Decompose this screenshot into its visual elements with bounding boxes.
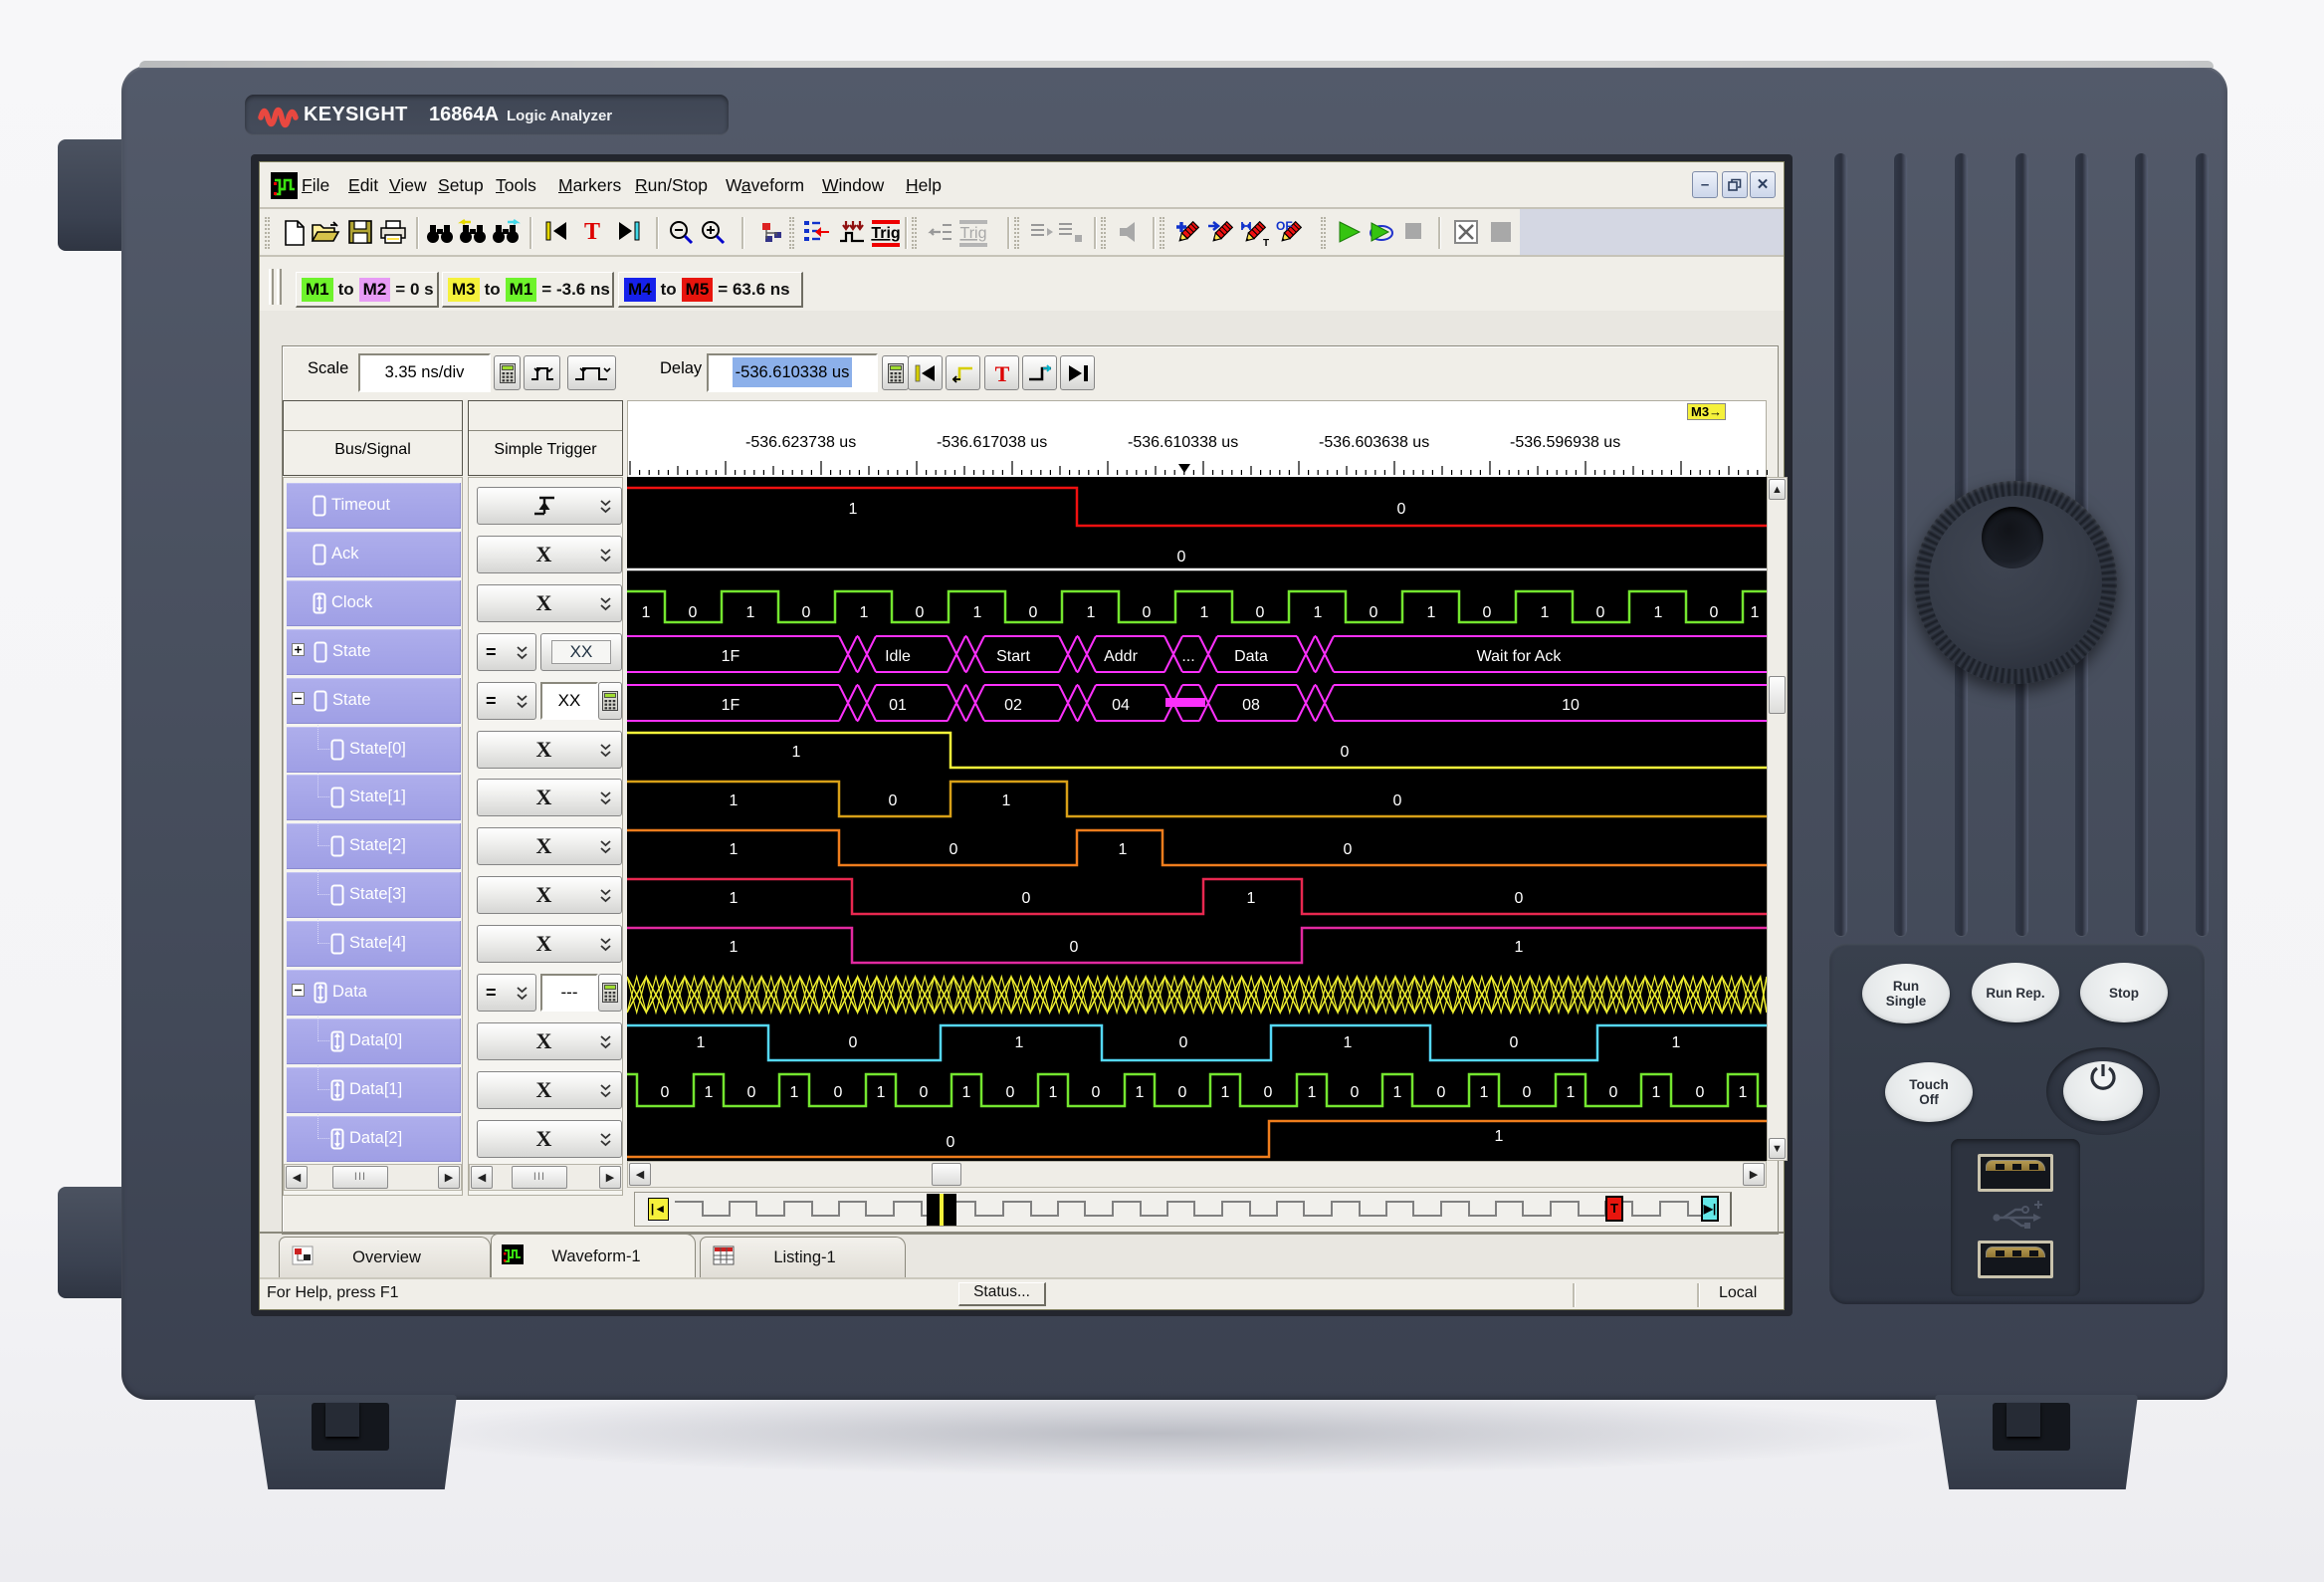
svg-text:1: 1 xyxy=(1739,1084,1748,1101)
svg-text:Start: Start xyxy=(996,648,1030,665)
svg-text:0: 0 xyxy=(1344,841,1353,858)
svg-text:0: 0 xyxy=(834,1084,843,1101)
svg-text:04: 04 xyxy=(1112,697,1130,714)
svg-text:0: 0 xyxy=(920,1084,929,1101)
svg-text:1: 1 xyxy=(1427,604,1436,621)
svg-text:1: 1 xyxy=(1314,604,1323,621)
svg-text:1: 1 xyxy=(1119,841,1128,858)
svg-text:0: 0 xyxy=(1341,744,1350,761)
svg-text:02: 02 xyxy=(1004,697,1022,714)
svg-text:1: 1 xyxy=(1344,1034,1353,1051)
svg-text:1: 1 xyxy=(973,604,982,621)
svg-text:0: 0 xyxy=(1710,604,1719,621)
svg-text:1: 1 xyxy=(1751,604,1760,621)
svg-text:1: 1 xyxy=(697,1034,706,1051)
svg-text:Addr: Addr xyxy=(1104,648,1138,665)
svg-text:08: 08 xyxy=(1242,697,1260,714)
svg-text:1: 1 xyxy=(1541,604,1550,621)
svg-text:0: 0 xyxy=(1179,1034,1188,1051)
svg-text:1: 1 xyxy=(1672,1034,1681,1051)
svg-text:1: 1 xyxy=(1393,1084,1402,1101)
svg-text:1: 1 xyxy=(730,841,739,858)
svg-text:0: 0 xyxy=(1006,1084,1015,1101)
svg-text:01: 01 xyxy=(889,697,907,714)
svg-text:1: 1 xyxy=(849,501,858,518)
svg-text:1F: 1F xyxy=(722,648,740,665)
svg-text:1: 1 xyxy=(1136,1084,1145,1101)
svg-text:1: 1 xyxy=(1495,1128,1504,1145)
svg-text:T: T xyxy=(584,219,600,243)
svg-text:0: 0 xyxy=(661,1084,670,1101)
svg-text:1: 1 xyxy=(705,1084,714,1101)
svg-text:1: 1 xyxy=(1308,1084,1317,1101)
svg-text:Data: Data xyxy=(1234,648,1268,665)
svg-text:1: 1 xyxy=(1515,939,1524,956)
svg-text:0: 0 xyxy=(1370,604,1378,621)
svg-text:1: 1 xyxy=(1652,1084,1661,1101)
svg-text:0: 0 xyxy=(1029,604,1038,621)
svg-text:1: 1 xyxy=(1087,604,1096,621)
svg-text:1: 1 xyxy=(730,939,739,956)
svg-text:0: 0 xyxy=(1070,939,1079,956)
svg-text:1: 1 xyxy=(792,744,801,761)
svg-text:T: T xyxy=(1263,238,1269,247)
svg-text:0: 0 xyxy=(1510,1034,1519,1051)
svg-text:1: 1 xyxy=(790,1084,799,1101)
svg-text:1: 1 xyxy=(1654,604,1663,621)
svg-text:0: 0 xyxy=(689,604,698,621)
svg-text:0: 0 xyxy=(849,1034,858,1051)
svg-text:1: 1 xyxy=(730,890,739,907)
svg-text:0: 0 xyxy=(1393,792,1402,809)
svg-text:0: 0 xyxy=(1178,1084,1187,1101)
svg-text:Wait for Ack: Wait for Ack xyxy=(1477,648,1563,665)
svg-text:Idle: Idle xyxy=(885,648,911,665)
svg-text:1: 1 xyxy=(746,604,755,621)
svg-text:0: 0 xyxy=(916,604,925,621)
svg-text:Trig: Trig xyxy=(960,225,987,242)
svg-text:0: 0 xyxy=(1437,1084,1446,1101)
svg-text:1: 1 xyxy=(1221,1084,1230,1101)
svg-text:0: 0 xyxy=(950,841,958,858)
svg-text:0: 0 xyxy=(1256,604,1265,621)
svg-text:0: 0 xyxy=(1483,604,1492,621)
svg-text:0: 0 xyxy=(1397,501,1406,518)
svg-text:1: 1 xyxy=(730,792,739,809)
svg-text:...: ... xyxy=(1181,648,1194,665)
svg-text:0: 0 xyxy=(1143,604,1152,621)
svg-text:1: 1 xyxy=(877,1084,886,1101)
svg-text:0: 0 xyxy=(1177,549,1186,565)
svg-text:0: 0 xyxy=(802,604,811,621)
svg-text:0: 0 xyxy=(1264,1084,1273,1101)
svg-text:1: 1 xyxy=(642,604,651,621)
svg-text:1: 1 xyxy=(962,1084,971,1101)
svg-text:0: 0 xyxy=(747,1084,756,1101)
svg-text:0: 0 xyxy=(1523,1084,1532,1101)
svg-text:1: 1 xyxy=(1480,1084,1489,1101)
svg-text:1F: 1F xyxy=(722,697,740,714)
svg-text:0: 0 xyxy=(1351,1084,1360,1101)
svg-text:0: 0 xyxy=(889,792,898,809)
svg-text:0: 0 xyxy=(947,1134,955,1151)
svg-text:0: 0 xyxy=(1609,1084,1618,1101)
svg-text:1: 1 xyxy=(1567,1084,1576,1101)
svg-text:0: 0 xyxy=(1696,1084,1705,1101)
svg-text:T: T xyxy=(994,362,1009,384)
svg-text:1: 1 xyxy=(860,604,869,621)
svg-text:0: 0 xyxy=(1515,890,1524,907)
svg-text:1: 1 xyxy=(1049,1084,1058,1101)
svg-text:10: 10 xyxy=(1562,697,1580,714)
svg-text:1: 1 xyxy=(1200,604,1209,621)
svg-text:1: 1 xyxy=(1002,792,1011,809)
svg-text:Trig: Trig xyxy=(871,225,900,242)
svg-text:1: 1 xyxy=(1247,890,1256,907)
svg-text:0: 0 xyxy=(1596,604,1605,621)
svg-text:0: 0 xyxy=(1022,890,1031,907)
svg-text:OF: OF xyxy=(1276,219,1293,233)
svg-text:0: 0 xyxy=(1092,1084,1101,1101)
svg-text:1: 1 xyxy=(1015,1034,1024,1051)
